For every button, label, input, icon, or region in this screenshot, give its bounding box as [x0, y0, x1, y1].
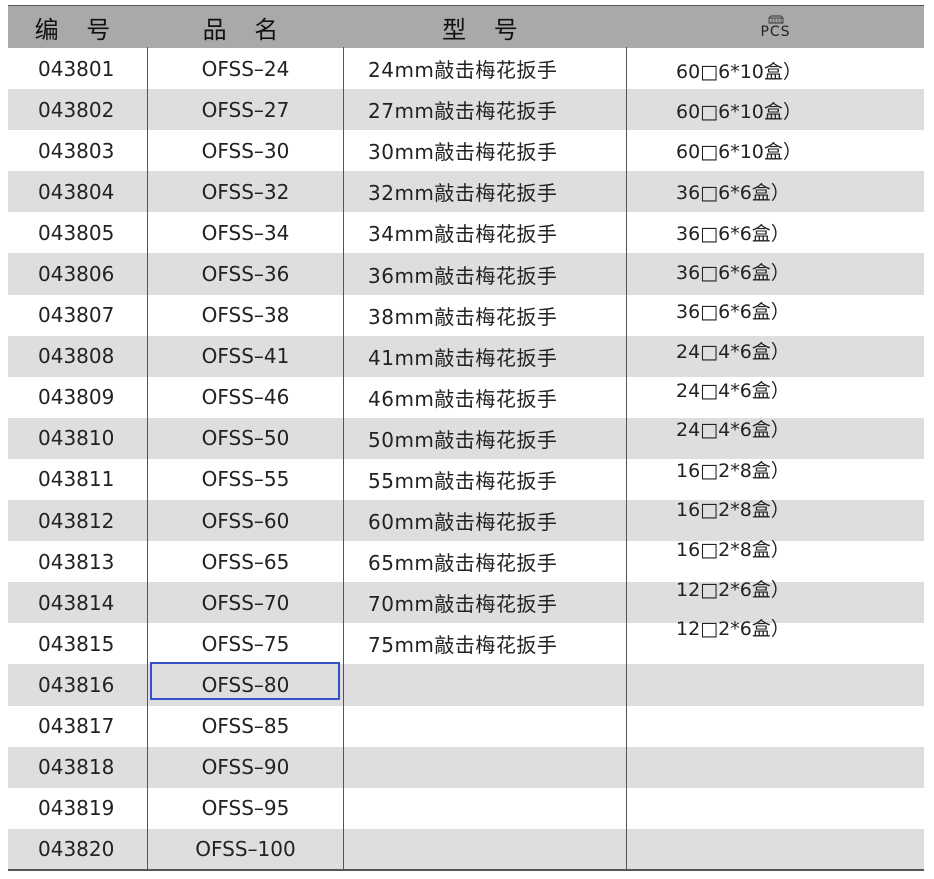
cell-code[interactable]: 043814 — [38, 582, 114, 623]
cell-code[interactable]: 043806 — [38, 253, 114, 294]
cell-name[interactable]: OFSS–36 — [148, 253, 343, 294]
packing-entry: 24□4*6盒） — [676, 419, 790, 441]
column-divider — [343, 47, 344, 869]
cell-name[interactable]: OFSS–70 — [148, 582, 343, 623]
cell-name[interactable]: OFSS–75 — [148, 623, 343, 664]
cell-code[interactable]: 043808 — [38, 336, 114, 377]
cell-code[interactable]: 043812 — [38, 500, 114, 541]
cell-name[interactable]: OFSS–34 — [148, 212, 343, 253]
packing-entry: 36□6*6盒） — [676, 182, 790, 204]
packing-entry: 60□6*10盒） — [676, 61, 802, 83]
cell-name[interactable]: OFSS–38 — [148, 295, 343, 336]
cell-code[interactable]: 043802 — [38, 89, 114, 130]
cell-model[interactable]: 32mm敲击梅花扳手 — [368, 171, 557, 212]
pcs-label: PCS — [760, 24, 791, 40]
cell-code[interactable]: 043819 — [38, 788, 114, 829]
cell-name[interactable]: OFSS–41 — [148, 336, 343, 377]
cell-name[interactable]: OFSS–85 — [148, 706, 343, 747]
cell-model[interactable]: 70mm敲击梅花扳手 — [368, 582, 557, 623]
product-table: 编 号 品 名 型 号 PCS 043801 OFSS–24 24mm敲击梅花扳手 0… — [8, 5, 924, 871]
cell-name[interactable]: OFSS–55 — [148, 459, 343, 500]
cell-code[interactable]: 043815 — [38, 623, 114, 664]
cell-model[interactable]: 60mm敲击梅花扳手 — [368, 500, 557, 541]
cell-code[interactable]: 043811 — [38, 459, 114, 500]
packing-entry: 36□6*6盒） — [676, 262, 790, 284]
cell-model[interactable]: 41mm敲击梅花扳手 — [368, 336, 557, 377]
cell-code[interactable]: 043820 — [38, 829, 114, 870]
packing-entry: 60□6*10盒） — [676, 101, 802, 123]
cell-model[interactable]: 38mm敲击梅花扳手 — [368, 295, 557, 336]
cell-name[interactable]: OFSS–65 — [148, 541, 343, 582]
cell-model[interactable]: 75mm敲击梅花扳手 — [368, 623, 557, 664]
header-code: 编 号 — [34, 15, 121, 44]
cell-code[interactable]: 043810 — [38, 418, 114, 459]
cell-model[interactable]: 50mm敲击梅花扳手 — [368, 418, 557, 459]
table-row[interactable]: 043818 OFSS–90 — [8, 746, 924, 788]
table-bottom-border — [8, 869, 924, 871]
packing-entry: 16□2*8盒） — [676, 539, 790, 561]
packing-entry: 16□2*8盒） — [676, 499, 790, 521]
packing-entry: 60□6*10盒） — [676, 141, 802, 163]
packing-entry: 12□2*6盒） — [676, 579, 790, 601]
cell-name[interactable]: OFSS–30 — [148, 130, 343, 171]
cell-name[interactable]: OFSS–24 — [148, 48, 343, 89]
packing-entry: 16□2*8盒） — [676, 460, 790, 482]
packing-entry: 12□2*6盒） — [676, 618, 790, 640]
cell-name[interactable]: OFSS–60 — [148, 500, 343, 541]
table-row[interactable]: 043816 OFSS–80 — [8, 664, 924, 706]
column-divider — [626, 47, 627, 869]
cell-name[interactable]: OFSS–46 — [148, 377, 343, 418]
cell-name[interactable]: OFSS–100 — [148, 829, 343, 870]
column-divider — [147, 47, 148, 869]
cell-code[interactable]: 043807 — [38, 295, 114, 336]
cell-name[interactable]: OFSS–27 — [148, 89, 343, 130]
cell-code[interactable]: 043801 — [38, 48, 114, 89]
packing-entry: 36□6*6盒） — [676, 301, 790, 323]
cell-model[interactable]: 27mm敲击梅花扳手 — [368, 89, 557, 130]
cell-code[interactable]: 043817 — [38, 706, 114, 747]
box-icon — [768, 15, 783, 24]
cell-model[interactable]: 24mm敲击梅花扳手 — [368, 48, 557, 89]
header-model: 型 号 — [442, 15, 528, 44]
table-row[interactable]: 043819 OFSS–95 — [8, 788, 924, 829]
table-row[interactable]: 043820 OFSS–100 — [8, 828, 924, 870]
cell-code[interactable]: 043818 — [38, 747, 114, 788]
cell-name[interactable]: OFSS–32 — [148, 171, 343, 212]
cell-code[interactable]: 043805 — [38, 212, 114, 253]
table-row[interactable]: 043817 OFSS–85 — [8, 706, 924, 747]
cell-model[interactable]: 55mm敲击梅花扳手 — [368, 459, 557, 500]
cell-name[interactable]: OFSS–90 — [148, 747, 343, 788]
cell-name[interactable]: OFSS–95 — [148, 788, 343, 829]
packing-entry: 36□6*6盒） — [676, 223, 790, 245]
cell-code[interactable]: 043804 — [38, 171, 114, 212]
cell-code[interactable]: 043816 — [38, 664, 114, 705]
cell-code[interactable]: 043813 — [38, 541, 114, 582]
cell-code[interactable]: 043809 — [38, 377, 114, 418]
header-name: 品 名 — [202, 15, 289, 44]
header-pcs: PCS — [627, 6, 924, 48]
cell-model[interactable]: 65mm敲击梅花扳手 — [368, 541, 557, 582]
packing-entry: 24□4*6盒） — [676, 341, 790, 363]
cell-selection-box[interactable] — [150, 662, 340, 700]
packing-entry: 24□4*6盒） — [676, 380, 790, 402]
cell-model[interactable]: 46mm敲击梅花扳手 — [368, 377, 557, 418]
cell-name[interactable]: OFSS–50 — [148, 418, 343, 459]
cell-code[interactable]: 043803 — [38, 130, 114, 171]
cell-model[interactable]: 30mm敲击梅花扳手 — [368, 130, 557, 171]
table-header: 编 号 品 名 型 号 PCS — [8, 5, 924, 48]
cell-model[interactable]: 34mm敲击梅花扳手 — [368, 212, 557, 253]
cell-model[interactable]: 36mm敲击梅花扳手 — [368, 253, 557, 294]
